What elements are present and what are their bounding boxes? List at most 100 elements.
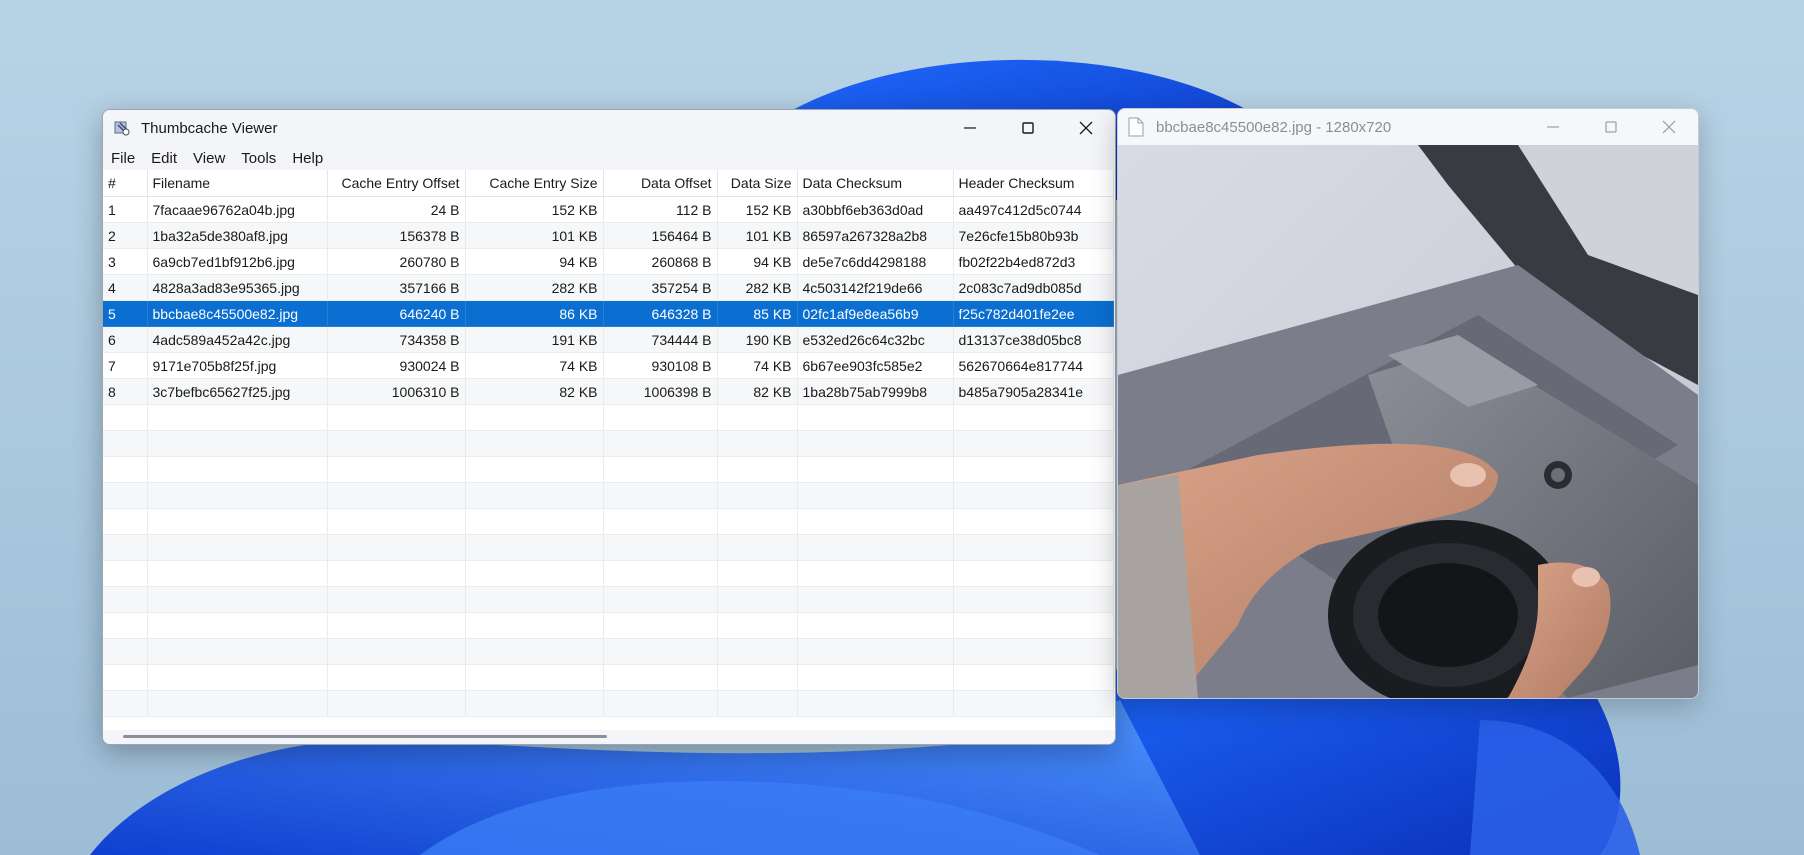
cell-data-offset: 357254 B	[603, 274, 718, 301]
cell-cache-entry-size: 94 KB	[465, 248, 604, 275]
empty-cell	[797, 482, 954, 509]
cell-data-offset: 1006398 B	[603, 378, 718, 405]
empty-cell	[147, 560, 328, 587]
menu-edit[interactable]: Edit	[143, 150, 185, 167]
empty-cell	[717, 404, 798, 431]
empty-cell	[327, 430, 466, 457]
empty-cell	[465, 690, 604, 717]
cell-data-size: 82 KB	[717, 378, 798, 405]
empty-cell	[717, 508, 798, 535]
empty-cell	[603, 560, 718, 587]
title-bar[interactable]: Thumbcache Viewer	[103, 110, 1115, 146]
cell-header-checksum: f25c782d401fe2ee	[953, 300, 1114, 327]
column-header-cache-entry-offset[interactable]: Cache Entry Offset	[327, 170, 466, 197]
entries-list[interactable]: # Filename Cache Entry Offset Cache Entr…	[103, 170, 1115, 730]
empty-cell	[147, 508, 328, 535]
column-header-data-size[interactable]: Data Size	[717, 170, 798, 197]
empty-cell	[327, 404, 466, 431]
empty-cell	[717, 482, 798, 509]
horizontal-scrollbar[interactable]	[103, 730, 1115, 744]
empty-cell	[953, 586, 1114, 613]
cell-cache-entry-size: 101 KB	[465, 222, 604, 249]
empty-cell	[103, 690, 148, 717]
empty-cell	[603, 482, 718, 509]
cell-data-size: 190 KB	[717, 326, 798, 353]
close-icon	[1079, 121, 1093, 135]
column-header-filename[interactable]: Filename	[147, 170, 328, 197]
cell-data-offset: 112 B	[603, 196, 718, 223]
maximize-button[interactable]	[999, 110, 1057, 146]
empty-cell	[147, 612, 328, 639]
table-row[interactable]: 4 4828a3ad83e95365.jpg 357166 B 282 KB 35725…	[103, 274, 1114, 301]
cell-filename: 4828a3ad83e95365.jpg	[147, 274, 328, 301]
empty-cell	[103, 664, 148, 691]
empty-cell	[603, 690, 718, 717]
empty-cell	[465, 638, 604, 665]
table-row[interactable]: 1 7facaae96762a04b.jpg 24 B 152 KB 112 B 152 …	[103, 196, 1114, 223]
empty-cell	[103, 560, 148, 587]
empty-cell	[465, 430, 604, 457]
table-row[interactable]: 6 4adc589a452a42c.jpg 734358 B 191 KB 734444…	[103, 326, 1114, 353]
image-minimize-button[interactable]	[1524, 109, 1582, 145]
empty-row	[103, 456, 1114, 483]
table-row[interactable]: 8 3c7befbc65627f25.jpg 1006310 B 82 KB 10063…	[103, 378, 1114, 405]
empty-cell	[147, 664, 328, 691]
cell-data-checksum: de5e7c6dd4298188	[797, 248, 954, 275]
empty-cell	[327, 690, 466, 717]
empty-cell	[465, 560, 604, 587]
table-row[interactable]: 2 1ba32a5de380af8.jpg 156378 B 101 KB 156464…	[103, 222, 1114, 249]
empty-cell	[465, 482, 604, 509]
thumbnail-image	[1118, 145, 1698, 698]
empty-cell	[953, 404, 1114, 431]
empty-cell	[603, 508, 718, 535]
empty-cell	[797, 560, 954, 587]
scrollbar-thumb[interactable]	[123, 735, 607, 738]
column-header-header-checksum[interactable]: Header Checksum	[953, 170, 1114, 197]
close-button[interactable]	[1057, 110, 1115, 146]
empty-row	[103, 664, 1114, 691]
cell-index: 8	[103, 378, 148, 405]
empty-cell	[797, 690, 954, 717]
menu-view[interactable]: View	[185, 150, 233, 167]
column-header-cache-entry-size[interactable]: Cache Entry Size	[465, 170, 604, 197]
empty-cell	[147, 534, 328, 561]
image-preview-window: bbcbae8c45500e82.jpg - 1280x720	[1117, 108, 1699, 699]
empty-cell	[953, 508, 1114, 535]
cell-cache-entry-size: 86 KB	[465, 300, 604, 327]
empty-cell	[797, 612, 954, 639]
empty-cell	[103, 586, 148, 613]
empty-cell	[603, 586, 718, 613]
minimize-button[interactable]	[941, 110, 999, 146]
empty-cell	[603, 404, 718, 431]
column-header-index[interactable]: #	[103, 170, 148, 197]
table-row[interactable]: 5 bbcbae8c45500e82.jpg 646240 B 86 KB 646328…	[103, 300, 1114, 327]
table-row[interactable]: 7 9171e705b8f25f.jpg 930024 B 74 KB 930108 B…	[103, 352, 1114, 379]
cell-header-checksum: b485a7905a28341e	[953, 378, 1114, 405]
table-row[interactable]: 3 6a9cb7ed1bf912b6.jpg 260780 B 94 KB 260868…	[103, 248, 1114, 275]
empty-cell	[327, 612, 466, 639]
window-title: Thumbcache Viewer	[141, 119, 278, 137]
cell-data-checksum: 86597a267328a2b8	[797, 222, 954, 249]
menu-tools[interactable]: Tools	[233, 150, 284, 167]
empty-cell	[465, 534, 604, 561]
empty-cell	[797, 664, 954, 691]
empty-cell	[953, 612, 1114, 639]
menu-help[interactable]: Help	[284, 150, 331, 167]
cell-cache-entry-size: 152 KB	[465, 196, 604, 223]
column-header-data-checksum[interactable]: Data Checksum	[797, 170, 954, 197]
empty-cell	[147, 638, 328, 665]
cell-index: 1	[103, 196, 148, 223]
image-window-title: bbcbae8c45500e82.jpg - 1280x720	[1156, 118, 1392, 136]
empty-cell	[603, 456, 718, 483]
empty-cell	[103, 482, 148, 509]
image-title-bar[interactable]: bbcbae8c45500e82.jpg - 1280x720	[1118, 109, 1698, 145]
empty-row	[103, 508, 1114, 535]
empty-cell	[953, 534, 1114, 561]
image-maximize-button[interactable]	[1582, 109, 1640, 145]
menu-file[interactable]: File	[103, 150, 143, 167]
empty-row	[103, 612, 1114, 639]
cell-cache-entry-offset: 156378 B	[327, 222, 466, 249]
image-close-button[interactable]	[1640, 109, 1698, 145]
document-icon	[1128, 117, 1144, 137]
column-header-data-offset[interactable]: Data Offset	[603, 170, 718, 197]
